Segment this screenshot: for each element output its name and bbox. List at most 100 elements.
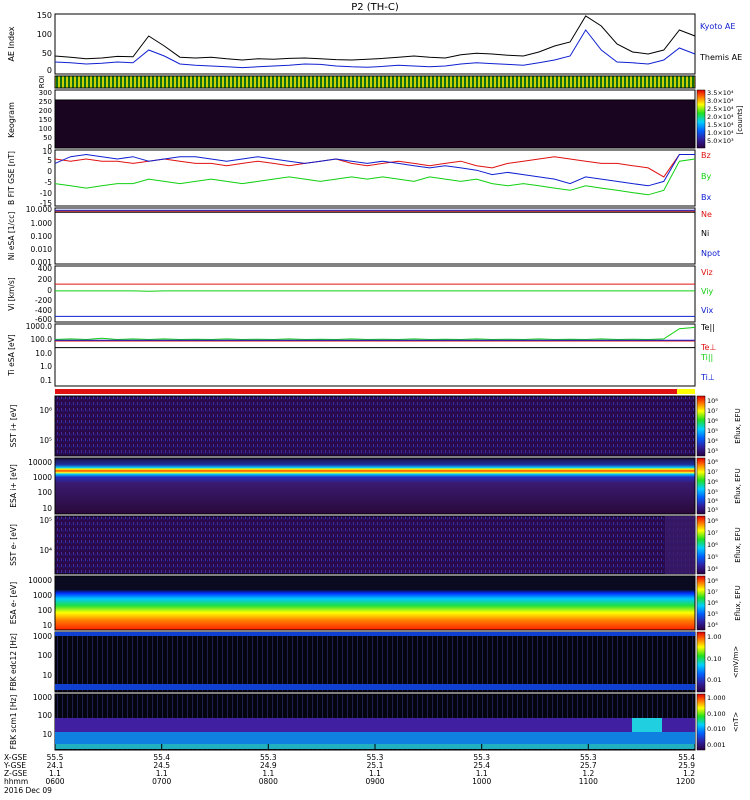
esa-ion-colorbar: [696, 457, 706, 515]
xaxis-time-1: 0700: [152, 777, 171, 786]
keogram-cbar-tick-3: 2.0×10⁴: [707, 113, 734, 121]
fbk-b-cbar-2: 0.010: [707, 725, 726, 733]
legend-te-perp: Te⊥: [700, 343, 716, 352]
sst-elec-cbar-3: 10⁵: [707, 553, 718, 561]
fbk-e-ytick-1000: 1000: [33, 632, 52, 641]
n-ytick-1: 1.000: [31, 219, 53, 228]
temperature-panel: Ti eSA [eV] 1000.0 100.0 10.0 1.0 0.1 Te…: [7, 322, 716, 387]
sst-elec-cbar-0: 10⁸: [707, 517, 718, 525]
sst-elec-cbar-2: 10⁶: [707, 541, 718, 549]
sst-ion-ytick-1: 10⁵: [39, 436, 52, 445]
legend-npot: Npot: [701, 249, 720, 258]
sst-ion-panel: SST i+ [eV] 10⁶ 10⁵ 10⁸ 10⁷ 10⁶ 10⁵ 10⁴ …: [9, 395, 742, 457]
keogram-cbar-tick-4: 1.5×10⁴: [707, 121, 734, 129]
sst-elec-ylabel: SST e- [eV]: [9, 524, 18, 566]
esa-elec-ytick-10: 10: [42, 621, 52, 630]
legend-themis-ae: Themis AE: [699, 53, 742, 62]
sst-ion-image: [54, 395, 696, 457]
esa-ion-cbar-3: 10⁵: [707, 488, 718, 496]
fbk-b-cbar-label: <nT>: [732, 712, 740, 733]
esa-ion-cbar-0: 10⁸: [707, 458, 718, 466]
keogram-cbar-tick-2: 2.5×10⁴: [707, 105, 734, 113]
sst-ion-cbar-1: 10⁷: [707, 407, 718, 415]
fbk-b-panel: FBK scm1 [Hz] 1000 100 10 1.000 0.100 0.…: [9, 693, 740, 751]
fbk-b-cbar-3: 0.001: [707, 741, 726, 749]
n-ytick-001: 0.010: [31, 245, 53, 254]
legend-ti-par: Ti||: [700, 353, 713, 362]
esa-elec-image: [54, 575, 696, 631]
esa-elec-ytick-10000: 10000: [28, 576, 52, 585]
esa-ion-image: [54, 457, 696, 515]
legend-ni: Ni: [701, 229, 709, 238]
esa-elec-ylabel: ESA e- [eV]: [9, 582, 18, 625]
esa-ion-panel: ESA i+ [eV] 10000 1000 100 10 10⁸ 10⁷ 10…: [9, 457, 742, 515]
density-frame: [54, 207, 696, 265]
sst-elec-panel: SST e- [eV] 10⁵ 10⁴ 10⁸ 10⁷ 10⁶ 10⁵ 10⁴ …: [9, 515, 742, 575]
b-field-ylabel: B FIT GSE [nT]: [7, 151, 16, 205]
esa-ion-ytick-10000: 10000: [28, 458, 52, 467]
esa-elec-cbar-label: Eflux, EFU: [734, 585, 742, 620]
sst-ion-cbar-2: 10⁶: [707, 417, 718, 425]
sst-elec-ytick-1: 10⁴: [39, 546, 52, 555]
fbk-e-panel: FBK edc12 [Hz] 1000 100 10 1.00 0.10 0.0…: [9, 631, 740, 693]
legend-bz: Bz: [701, 151, 711, 160]
fbk-e-ytick-10: 10: [42, 671, 52, 680]
esa-ion-ytick-1000: 1000: [33, 473, 52, 482]
fbk-e-cbar-0: 1.00: [707, 633, 721, 641]
ae-ylabel: AE Index: [7, 26, 16, 61]
sst-ion-ytick-0: 10⁶: [39, 406, 52, 415]
fbk-e-ytick-100: 100: [38, 651, 53, 660]
legend-ne: Ne: [701, 210, 712, 219]
esa-elec-ytick-1000: 1000: [33, 591, 52, 600]
legend-kyoto-ae: Kyoto AE: [700, 22, 735, 31]
t-ytick-100: 100.0: [31, 335, 53, 344]
sst-elec-cbar-1: 10⁷: [707, 529, 718, 537]
b-ytick-0: 0: [47, 167, 52, 176]
n-ytick-10: 10.000: [26, 205, 52, 214]
t-ytick-1: 1.0: [40, 362, 52, 371]
b-ytick-m10: -10: [40, 189, 52, 198]
ae-ytick-50: 50: [42, 49, 52, 58]
xaxis-time-2: 0800: [259, 777, 278, 786]
xaxis-time-4: 1000: [472, 777, 491, 786]
fbk-b-low-band: [55, 732, 695, 744]
t-ytick-01: 0.1: [40, 376, 52, 385]
velocity-ylabel: Vi [km/s]: [7, 277, 16, 310]
density-series-group: [55, 209, 695, 213]
keogram-ylabel: Keogram: [7, 102, 16, 138]
v-ytick-0: 0: [47, 286, 52, 295]
temperature-ylabel: Ti eSA [eV]: [7, 334, 16, 377]
esa-ion-ytick-10: 10: [42, 504, 52, 513]
sst-ion-cbar-4: 10⁴: [707, 437, 718, 445]
v-ytick-200: 200: [38, 275, 53, 284]
fbk-e-cbar-label: <mV/m>: [732, 646, 740, 679]
b-ytick-m5: -5: [45, 178, 53, 187]
plot-title: P2 (TH-C): [351, 2, 399, 13]
legend-ti-perp: Ti⊥: [700, 373, 715, 382]
esa-ion-cbar-label: Eflux, EFU: [734, 468, 742, 503]
velocity-panel: Vi [km/s] 400 200 0 -200 -400 -600 Viz V…: [7, 264, 714, 324]
fbk-e-bottom-band: [55, 684, 695, 690]
v-ytick-m200: -200: [35, 296, 52, 305]
ae-ytick-100: 100: [37, 30, 52, 39]
mode-bar-red: [55, 389, 677, 394]
fbk-b-cbar-1: 0.100: [707, 710, 726, 718]
keogram-cbar-tick-5: 1.0×10⁴: [707, 129, 734, 137]
x-axis: X-GSE Y-GSE Z-GSE hhmm 2016 Dec 09 55.52…: [3, 744, 696, 795]
fbk-b-cbar-0: 1.000: [707, 694, 726, 702]
esa-ion-ytick-100: 100: [38, 488, 53, 497]
sst-ion-cbar-3: 10⁵: [707, 427, 718, 435]
keogram-ytick-250: 250: [39, 98, 52, 106]
sst-elec-cbar-label: Eflux, EFU: [734, 527, 742, 562]
fbk-e-colorbar: [696, 631, 706, 693]
ae-panel: AE Index 150 100 50 0 Kyoto AE Themis AE: [7, 11, 742, 75]
keogram-ytick-300: 300: [39, 89, 52, 97]
t-ytick-10: 10.0: [35, 349, 52, 358]
keogram-cbar-tick-6: 5.0×10³: [707, 137, 734, 145]
xaxis-time-3: 0900: [365, 777, 384, 786]
sst-elec-image: [54, 515, 696, 575]
b-ytick-5: 5: [47, 156, 52, 165]
fbk-e-cbar-1: 0.10: [707, 655, 721, 663]
keogram-ytick-200: 200: [39, 107, 52, 115]
keogram-cbar-tick-0: 3.5×10⁴: [707, 89, 734, 97]
